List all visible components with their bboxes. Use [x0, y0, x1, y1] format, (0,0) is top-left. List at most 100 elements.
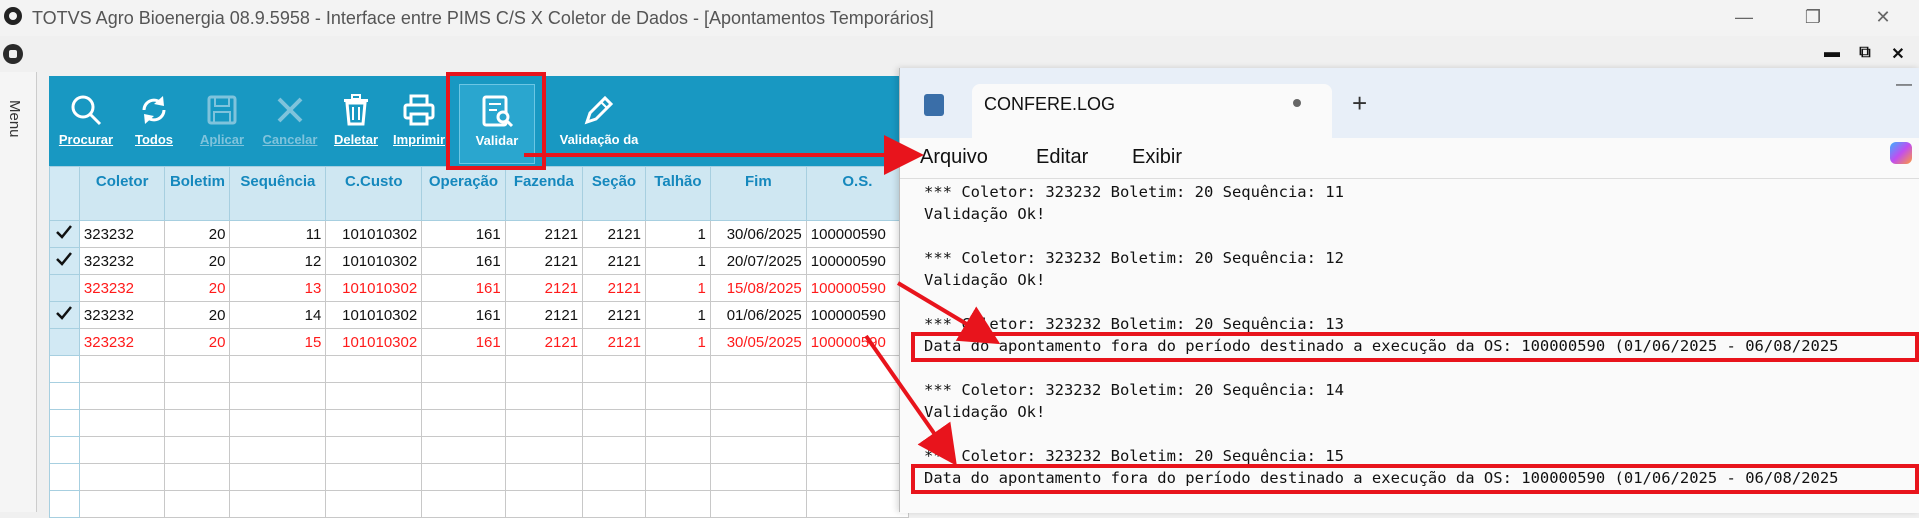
table-cell[interactable]: 323232 — [78, 247, 166, 275]
menu-arquivo[interactable]: Arquivo — [920, 146, 988, 169]
table-cell[interactable] — [421, 382, 506, 410]
table-cell[interactable]: 20/07/2025 — [709, 247, 807, 275]
validation-button[interactable]: Validação da — [549, 84, 649, 162]
table-cell[interactable] — [644, 409, 711, 437]
table-cell[interactable] — [504, 463, 584, 491]
column-header[interactable]: C.Custo — [325, 166, 423, 221]
table-cell[interactable] — [78, 490, 166, 518]
table-cell[interactable] — [805, 490, 910, 518]
table-cell[interactable]: 2121 — [504, 328, 584, 356]
table-cell[interactable]: 20 — [164, 301, 231, 329]
unsaved-dot-icon[interactable] — [1293, 99, 1301, 107]
table-cell[interactable]: 161 — [421, 220, 506, 248]
table-cell[interactable]: 30/05/2025 — [709, 328, 807, 356]
table-cell[interactable]: 20 — [164, 328, 231, 356]
table-cell[interactable] — [582, 382, 646, 410]
column-header[interactable]: Talhão — [644, 166, 711, 221]
table-cell[interactable] — [582, 355, 646, 383]
table-row[interactable]: 323232 20 14 101010302 161 2121 2121 1 01/06/202… — [49, 301, 910, 329]
table-cell[interactable] — [229, 463, 327, 491]
table-cell[interactable]: 1 — [644, 247, 711, 275]
table-cell[interactable] — [164, 436, 231, 464]
table-cell[interactable] — [709, 463, 807, 491]
table-cell[interactable] — [709, 490, 807, 518]
empty-row[interactable] — [49, 463, 910, 491]
restore-button[interactable]: ❐ — [1790, 2, 1836, 32]
table-cell[interactable]: 2121 — [504, 301, 584, 329]
table-row[interactable]: 323232 20 13 101010302 161 2121 2121 1 15/08/202… — [49, 274, 910, 302]
table-cell[interactable] — [229, 490, 327, 518]
table-cell[interactable]: 100000590 — [805, 301, 910, 329]
table-cell[interactable]: 30/06/2025 — [709, 220, 807, 248]
row-indicator[interactable] — [49, 328, 80, 356]
table-cell[interactable] — [78, 409, 166, 437]
column-header[interactable]: Seção — [582, 166, 646, 221]
table-cell[interactable]: 100000590 — [805, 247, 910, 275]
print-button[interactable]: Imprimir — [389, 84, 449, 162]
table-cell[interactable]: 2121 — [504, 247, 584, 275]
table-row[interactable]: 323232 20 15 101010302 161 2121 2121 1 30/05/202… — [49, 328, 910, 356]
table-cell[interactable] — [504, 490, 584, 518]
menu-exibir[interactable]: Exibir — [1132, 146, 1182, 169]
table-cell[interactable] — [164, 490, 231, 518]
close-button[interactable]: ✕ — [1860, 2, 1906, 32]
table-cell[interactable]: 2121 — [582, 220, 646, 248]
table-cell[interactable] — [325, 355, 423, 383]
table-row[interactable]: 323232 20 11 101010302 161 2121 2121 1 30/06/202… — [49, 220, 910, 248]
table-cell[interactable]: 2121 — [582, 301, 646, 329]
table-cell[interactable] — [325, 436, 423, 464]
table-cell[interactable]: 100000590 — [805, 328, 910, 356]
table-cell[interactable] — [229, 436, 327, 464]
table-cell[interactable]: 101010302 — [325, 247, 423, 275]
empty-row[interactable] — [49, 436, 910, 464]
table-cell[interactable]: 13 — [229, 274, 327, 302]
table-cell[interactable] — [709, 355, 807, 383]
table-cell[interactable]: 1 — [644, 220, 711, 248]
table-cell[interactable]: 161 — [421, 301, 506, 329]
table-cell[interactable] — [325, 409, 423, 437]
table-cell[interactable] — [229, 382, 327, 410]
column-header[interactable]: Fim — [709, 166, 807, 221]
table-cell[interactable]: 101010302 — [325, 274, 423, 302]
records-grid[interactable]: Coletor Boletim Sequência C.Custo Operaç… — [49, 166, 910, 518]
row-indicator[interactable] — [49, 274, 80, 302]
table-cell[interactable] — [504, 409, 584, 437]
column-header[interactable]: Boletim — [164, 166, 231, 221]
column-header[interactable]: Operação — [421, 166, 506, 221]
table-cell[interactable] — [709, 382, 807, 410]
table-cell[interactable]: 2121 — [582, 274, 646, 302]
table-cell[interactable]: 1 — [644, 274, 711, 302]
table-cell[interactable] — [421, 436, 506, 464]
minimize-button[interactable]: — — [1721, 2, 1767, 32]
empty-row[interactable] — [49, 409, 910, 437]
table-cell[interactable] — [582, 463, 646, 491]
search-button[interactable]: Procurar — [55, 84, 117, 162]
table-cell[interactable]: 323232 — [78, 301, 166, 329]
table-cell[interactable]: 1 — [644, 301, 711, 329]
mdi-restore-button[interactable]: ⧉ — [1852, 44, 1878, 66]
menu-editar[interactable]: Editar — [1036, 146, 1088, 169]
table-cell[interactable]: 161 — [421, 328, 506, 356]
table-cell[interactable]: 161 — [421, 274, 506, 302]
table-cell[interactable] — [164, 382, 231, 410]
table-cell[interactable]: 11 — [229, 220, 327, 248]
empty-row[interactable] — [49, 490, 910, 518]
empty-row[interactable] — [49, 355, 910, 383]
table-cell[interactable] — [78, 382, 166, 410]
table-cell[interactable]: 323232 — [78, 328, 166, 356]
table-cell[interactable]: 323232 — [78, 274, 166, 302]
table-cell[interactable] — [229, 355, 327, 383]
table-cell[interactable] — [421, 409, 506, 437]
table-cell[interactable]: 2121 — [582, 328, 646, 356]
delete-button[interactable]: Deletar — [325, 84, 387, 162]
table-cell[interactable] — [644, 463, 711, 491]
column-header[interactable]: Sequência — [229, 166, 327, 221]
table-cell[interactable] — [325, 490, 423, 518]
table-cell[interactable]: 20 — [164, 220, 231, 248]
new-tab-button[interactable]: + — [1352, 88, 1367, 119]
check-icon[interactable] — [49, 220, 80, 248]
table-cell[interactable] — [805, 463, 910, 491]
table-cell[interactable] — [709, 436, 807, 464]
column-header[interactable]: Fazenda — [504, 166, 584, 221]
apply-button[interactable]: Aplicar — [191, 84, 253, 162]
